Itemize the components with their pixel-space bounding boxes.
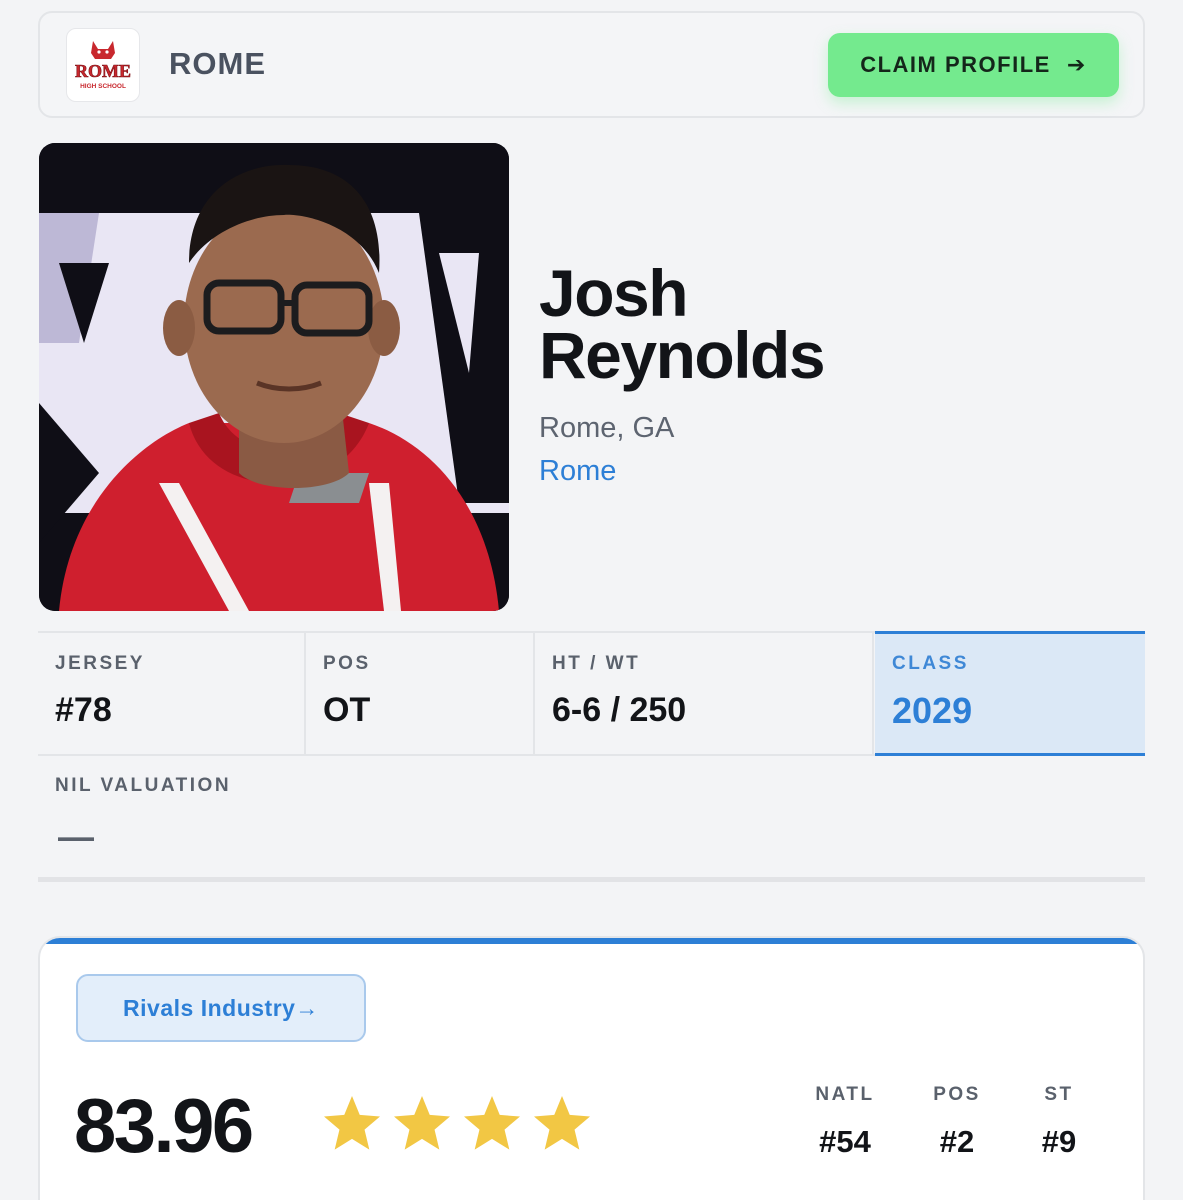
player-profile-page: ROME HIGH SCHOOL ROME CLAIM PROFILE ➔ Jo… bbox=[0, 0, 1183, 1200]
stat-jersey: JERSEY #78 bbox=[38, 633, 306, 754]
composite-rating: 83.96 bbox=[74, 1084, 254, 1169]
team-header: ROME HIGH SCHOOL ROME CLAIM PROFILE ➔ bbox=[38, 11, 1145, 118]
nil-valuation: NIL VALUATION — bbox=[38, 756, 1145, 882]
player-stats-row: JERSEY #78 POS OT HT / WT 6-6 / 250 CLAS… bbox=[38, 631, 1145, 756]
rank-position-value: #2 bbox=[939, 1124, 975, 1159]
rank-national-value: #54 bbox=[819, 1124, 871, 1159]
stat-position-value: OT bbox=[323, 691, 371, 729]
stat-position-label: POS bbox=[323, 653, 371, 674]
claim-profile-label: CLAIM PROFILE bbox=[860, 52, 1051, 77]
claim-profile-button[interactable]: CLAIM PROFILE ➔ bbox=[828, 33, 1119, 97]
player-photo bbox=[39, 143, 509, 611]
star-icon bbox=[534, 1096, 590, 1150]
rank-national-label: NATL bbox=[815, 1084, 875, 1105]
star-icon bbox=[324, 1096, 380, 1150]
stat-jersey-label: JERSEY bbox=[55, 653, 145, 674]
nil-valuation-label: NIL VALUATION bbox=[55, 775, 232, 796]
svg-text:HIGH SCHOOL: HIGH SCHOOL bbox=[80, 83, 126, 90]
rating-card-accent bbox=[40, 938, 1143, 944]
arrow-right-icon: ➔ bbox=[1066, 52, 1087, 77]
rank-state-value: #9 bbox=[1041, 1124, 1077, 1159]
team-logo-icon: ROME HIGH SCHOOL bbox=[75, 41, 131, 90]
stat-height-weight-value: 6-6 / 250 bbox=[552, 691, 687, 729]
player-last-name: Reynolds bbox=[539, 318, 826, 392]
nil-valuation-value: — bbox=[58, 816, 94, 857]
rank-state-label: ST bbox=[1044, 1084, 1074, 1105]
stat-height-weight-label: HT / WT bbox=[552, 653, 641, 674]
stat-class[interactable]: CLASS 2029 bbox=[875, 631, 1145, 756]
stat-height-weight: HT / WT 6-6 / 250 bbox=[535, 633, 874, 754]
player-name: Josh Reynolds bbox=[539, 256, 826, 392]
svg-text:ROME: ROME bbox=[75, 61, 131, 81]
team-logo[interactable]: ROME HIGH SCHOOL bbox=[66, 28, 140, 102]
stat-position: POS OT bbox=[306, 633, 535, 754]
rivals-industry-button[interactable]: Rivals Industry→ bbox=[76, 974, 366, 1042]
school-link[interactable]: Rome bbox=[539, 455, 616, 488]
rankings: NATL #54 POS #2 ST #9 bbox=[800, 1084, 1120, 1184]
rating-card: Rivals Industry→ 83.96 NATL #54 POS #2 S… bbox=[38, 936, 1145, 1200]
rank-position: POS #2 bbox=[912, 1084, 1002, 1160]
star-icon bbox=[464, 1096, 520, 1150]
star-icon bbox=[394, 1096, 450, 1150]
rank-position-label: POS bbox=[933, 1084, 981, 1105]
player-hometown: Rome, GA bbox=[539, 412, 675, 444]
team-name: ROME bbox=[169, 46, 266, 81]
stat-class-value: 2029 bbox=[892, 690, 973, 731]
rank-national: NATL #54 bbox=[800, 1084, 890, 1160]
stat-jersey-value: #78 bbox=[55, 691, 112, 729]
rank-state: ST #9 bbox=[1014, 1084, 1104, 1160]
star-rating bbox=[320, 1092, 594, 1156]
player-first-name: Josh bbox=[539, 256, 689, 330]
stat-class-label: CLASS bbox=[892, 653, 969, 674]
